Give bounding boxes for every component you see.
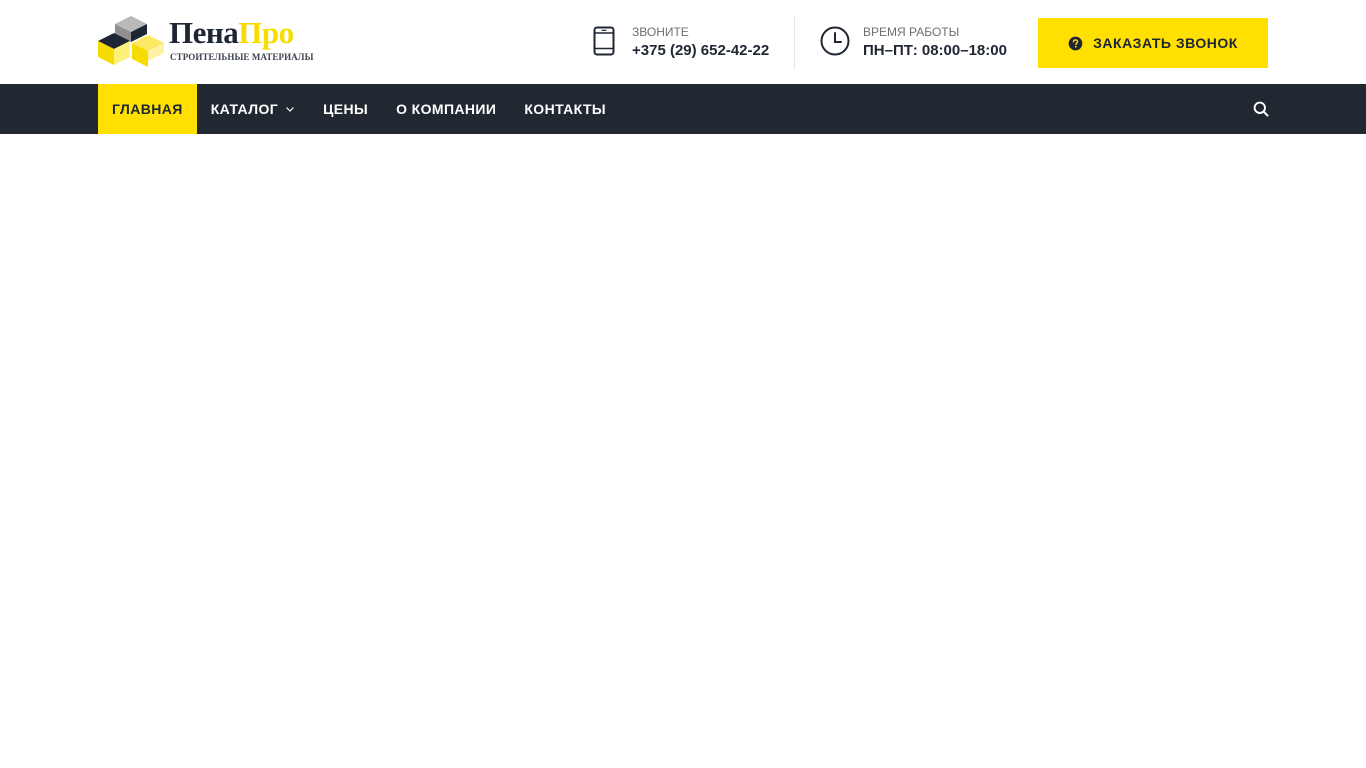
nav-item-catalog[interactable]: КАТАЛОГ <box>197 84 309 134</box>
main-navbar: ГЛАВНАЯ КАТАЛОГ ЦЕНЫ О КОМПАНИИ КОНТАКТЫ <box>0 84 1366 134</box>
mobile-phone-icon <box>593 26 615 56</box>
working-hours-label: ВРЕМЯ РАБОТЫ <box>863 25 960 39</box>
logo-name-part1: Пена <box>169 15 239 50</box>
nav-item-prices[interactable]: ЦЕНЫ <box>309 84 382 134</box>
header-container: ПенаПро СТРОИТЕЛЬНЫЕ МАТЕРИАЛЫ ЗВОНИТЕ +… <box>98 0 1268 84</box>
logo-name: ПенаПро <box>169 16 294 50</box>
search-icon <box>1253 101 1269 117</box>
clock-icon <box>820 26 850 56</box>
top-header: ПенаПро СТРОИТЕЛЬНЫЕ МАТЕРИАЛЫ ЗВОНИТЕ +… <box>0 0 1366 84</box>
phone-label: ЗВОНИТЕ <box>632 25 689 39</box>
phone-number-link[interactable]: +375 (29) 652-42-22 <box>632 42 769 60</box>
phone-info: ЗВОНИТЕ +375 (29) 652-42-22 <box>590 16 790 70</box>
site-logo[interactable]: ПенаПро СТРОИТЕЛЬНЫЕ МАТЕРИАЛЫ <box>98 15 320 71</box>
nav-item-home[interactable]: ГЛАВНАЯ <box>98 84 197 134</box>
working-hours-value: ПН–ПТ: 08:00–18:00 <box>863 42 1007 59</box>
nav-item-label: ГЛАВНАЯ <box>112 101 183 117</box>
question-circle-icon <box>1068 36 1083 50</box>
logo-cubes-icon <box>98 16 164 67</box>
request-callback-label: ЗАКАЗАТЬ ЗВОНОК <box>1093 35 1238 51</box>
nav-item-label: КОНТАКТЫ <box>524 101 607 117</box>
working-hours-info: ВРЕМЯ РАБОТЫ ПН–ПТ: 08:00–18:00 <box>820 16 1040 70</box>
nav-item-label: О КОМПАНИИ <box>396 101 497 117</box>
nav-item-contacts[interactable]: КОНТАКТЫ <box>510 84 620 134</box>
search-button[interactable] <box>1250 99 1272 119</box>
nav-menu: ГЛАВНАЯ КАТАЛОГ ЦЕНЫ О КОМПАНИИ КОНТАКТЫ <box>98 84 620 134</box>
nav-item-label: КАТАЛОГ <box>210 101 279 117</box>
request-callback-button[interactable]: ЗАКАЗАТЬ ЗВОНОК <box>1038 18 1268 68</box>
main-content <box>0 134 1366 768</box>
logo-tagline: СТРОИТЕЛЬНЫЕ МАТЕРИАЛЫ <box>170 52 314 62</box>
nav-item-label: ЦЕНЫ <box>323 101 369 117</box>
logo-name-part2: Про <box>238 15 294 50</box>
header-divider <box>794 16 795 70</box>
nav-item-about[interactable]: О КОМПАНИИ <box>382 84 510 134</box>
chevron-down-icon <box>286 107 295 112</box>
